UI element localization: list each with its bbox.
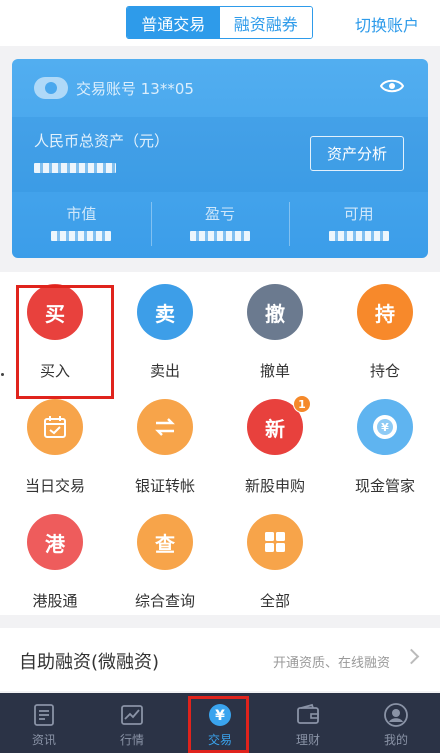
stat-value-masked — [51, 231, 112, 241]
func-cancel-order[interactable]: 撤 撤单 — [220, 272, 330, 382]
self-financing-subtitle: 开通资质、在线融资 — [272, 656, 390, 671]
func-general-query[interactable]: 查 综合查询 — [110, 502, 220, 612]
func-bank-transfer[interactable]: 银证转帐 — [110, 387, 220, 497]
func-label: 港股通 — [32, 592, 78, 610]
func-label: 综合查询 — [134, 592, 195, 610]
profile-icon — [384, 703, 408, 727]
account-card: 交易账号 13**05 人民币总资产（元） 资产分析 市值 盈亏 可用 — [12, 59, 428, 258]
bottom-tab-bar: 资讯 行情 ¥ 交易 理财 我的 — [0, 693, 440, 753]
tab-profile[interactable]: 我的 — [352, 693, 440, 753]
buy-icon: 买 — [27, 284, 83, 340]
func-buy[interactable]: 买 买入 — [0, 272, 110, 382]
tab-label: 资讯 — [31, 733, 56, 747]
tab-wealth[interactable]: 理财 — [264, 693, 352, 753]
wallet-icon — [297, 703, 319, 724]
stat-label: 盈亏 — [205, 205, 236, 223]
func-label: 全部 — [259, 592, 290, 610]
yen-icon: ¥ — [209, 704, 231, 726]
eye-icon[interactable] — [380, 78, 404, 94]
positions-icon: 持 — [357, 284, 413, 340]
cash-icon: ¥ — [357, 399, 413, 455]
func-label: 撤单 — [259, 362, 290, 380]
func-label: 当日交易 — [24, 477, 85, 495]
func-positions[interactable]: 持 持仓 — [330, 272, 440, 382]
chevron-right-icon — [403, 648, 420, 665]
stat-market-value: 市值 — [12, 192, 151, 258]
top-header: 普通交易 融资融券 切换账户 — [0, 0, 440, 46]
trade-type-segment: 普通交易 融资融券 — [126, 6, 313, 39]
function-grid: 买 买入 卖 卖出 撤 撤单 持 持仓 当日交易 银证转帐 新 1 新股申购 ¥… — [0, 272, 440, 615]
stat-profit-loss: 盈亏 — [150, 192, 290, 258]
grid-icon — [247, 514, 303, 570]
tab-news[interactable]: 资讯 — [0, 693, 88, 753]
func-label: 持仓 — [369, 362, 400, 380]
transfer-icon — [137, 399, 193, 455]
tab-market[interactable]: 行情 — [88, 693, 176, 753]
switch-account-link[interactable]: 切换账户 — [355, 12, 419, 36]
account-stats: 市值 盈亏 可用 — [12, 192, 428, 258]
tab-label: 我的 — [383, 733, 408, 747]
tab-label: 行情 — [119, 733, 144, 747]
stat-value-masked — [190, 231, 250, 241]
chart-icon — [121, 705, 143, 725]
func-label: 银证转帐 — [134, 477, 195, 495]
total-assets-value-masked — [34, 163, 116, 173]
tab-label: 交易 — [207, 733, 232, 747]
tab-normal-trade[interactable]: 普通交易 — [127, 7, 220, 38]
stat-label: 可用 — [343, 205, 374, 223]
news-icon — [34, 704, 54, 726]
query-icon: 查 — [137, 514, 193, 570]
func-today-trades[interactable]: 当日交易 — [0, 387, 110, 497]
tab-label: 理财 — [295, 733, 320, 747]
stat-value-masked — [328, 231, 389, 241]
total-assets-label: 人民币总资产（元） — [34, 132, 170, 150]
calendar-icon — [27, 399, 83, 455]
func-hk-connect[interactable]: 港 港股通 — [0, 502, 110, 612]
func-all[interactable]: 全部 — [220, 502, 330, 612]
sell-icon: 卖 — [137, 284, 193, 340]
self-financing-title: 自助融资(微融资) — [19, 652, 160, 673]
func-label: 买入 — [39, 362, 70, 380]
func-label: 卖出 — [149, 362, 180, 380]
stat-label: 市值 — [66, 205, 97, 223]
stray-dot — [1, 373, 4, 376]
tab-margin-trade[interactable]: 融资融券 — [219, 7, 312, 38]
account-number: 交易账号 13**05 — [76, 80, 194, 98]
self-financing-row[interactable]: 自助融资(微融资) 开通资质、在线融资 — [0, 628, 440, 691]
func-label: 新股申购 — [244, 477, 305, 495]
tab-trade[interactable]: ¥ 交易 — [176, 693, 264, 753]
func-sell[interactable]: 卖 卖出 — [110, 272, 220, 382]
svg-text:¥: ¥ — [381, 421, 389, 434]
total-assets-section: 人民币总资产（元） 资产分析 — [12, 117, 428, 192]
cancel-order-icon: 撤 — [247, 284, 303, 340]
stat-available: 可用 — [289, 192, 428, 258]
func-label: 现金管家 — [354, 477, 415, 495]
func-ipo-subscribe[interactable]: 新 1 新股申购 — [220, 387, 330, 497]
notification-badge: 1 — [293, 395, 311, 413]
asset-analysis-button[interactable]: 资产分析 — [310, 136, 404, 171]
account-header: 交易账号 13**05 — [12, 59, 428, 117]
func-cash-manager[interactable]: ¥ 现金管家 — [330, 387, 440, 497]
broker-logo-icon — [34, 77, 68, 99]
hk-connect-icon: 港 — [27, 514, 83, 570]
svg-text:¥: ¥ — [215, 708, 225, 724]
